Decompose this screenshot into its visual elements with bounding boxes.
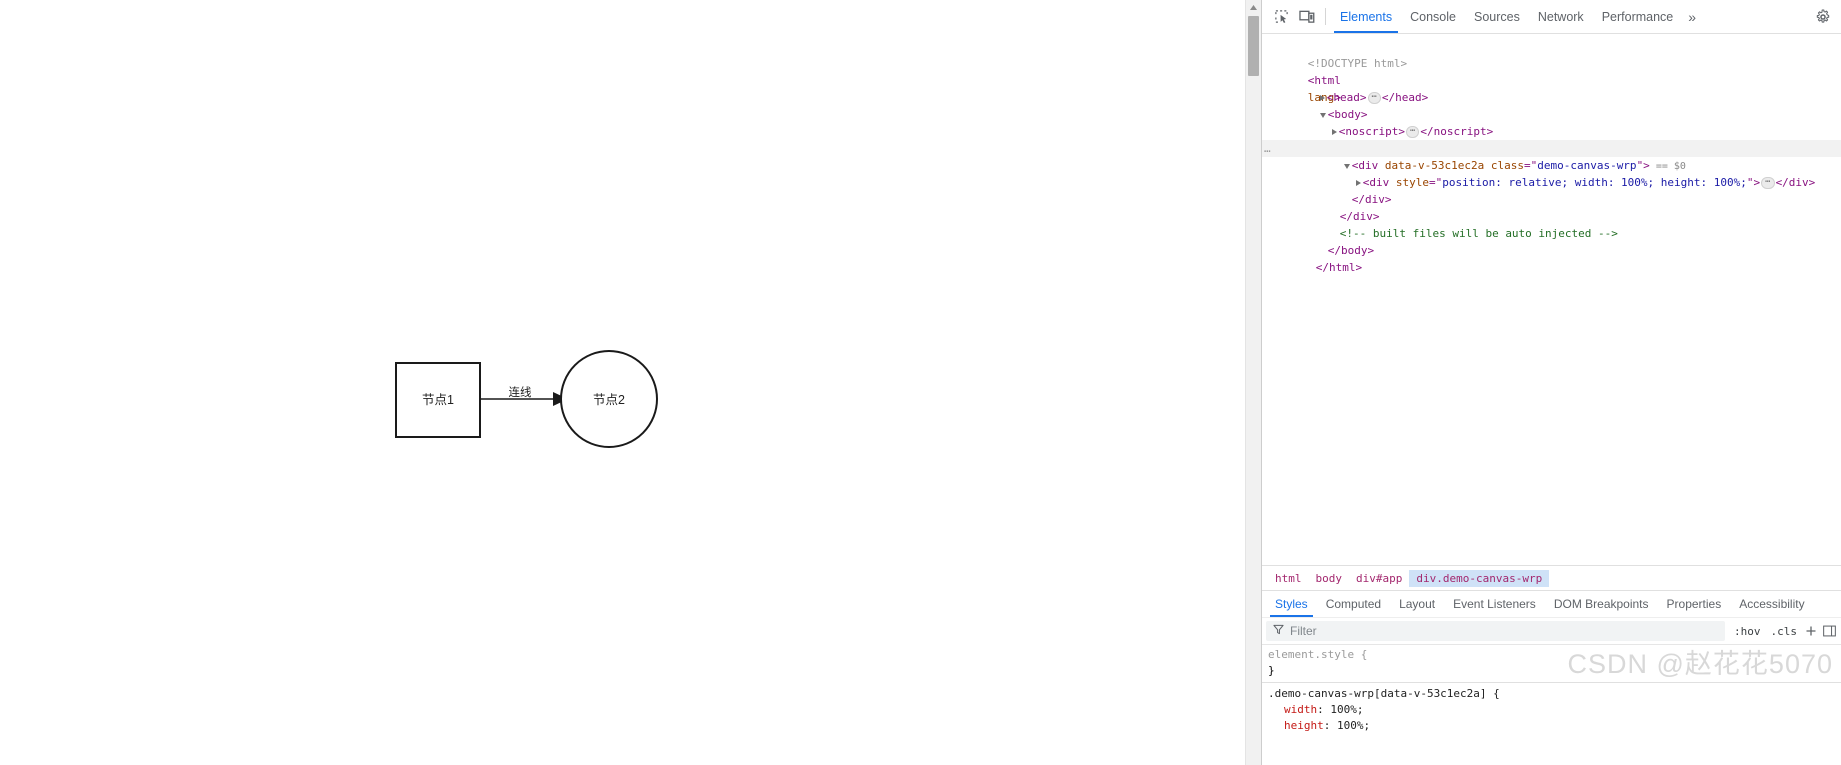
tab-computed[interactable]: Computed (1317, 592, 1390, 617)
scroll-up-arrow-icon[interactable] (1246, 0, 1261, 15)
dom-line-div-app[interactable]: <div id="app"> (1262, 123, 1841, 155)
dom-line-close-html[interactable]: </html> (1262, 242, 1841, 274)
tab-properties[interactable]: Properties (1658, 592, 1731, 617)
tab-layout[interactable]: Layout (1390, 592, 1444, 617)
css-property-value[interactable]: 100%; (1337, 719, 1370, 732)
hover-state-button[interactable]: :hov (1729, 625, 1766, 638)
tab-console[interactable]: Console (1401, 1, 1465, 33)
page-vertical-scrollbar[interactable] (1245, 0, 1261, 765)
css-rule-header: element.style { (1268, 647, 1841, 663)
css-open-brace: { (1493, 687, 1500, 700)
breadcrumb: html body div#app div.demo-canvas-wrp (1262, 565, 1841, 590)
dom-line-comment[interactable]: <!-- built files will be auto injected -… (1262, 208, 1841, 240)
css-rule-element-style[interactable]: element.style { } (1262, 647, 1841, 679)
dom-line-head[interactable]: <head> ⋯ </head> (1262, 72, 1841, 104)
css-declaration-height[interactable]: height: 100%; (1268, 718, 1841, 734)
computed-sidebar-icon[interactable] (1820, 622, 1838, 640)
tab-dom-breakpoints[interactable]: DOM Breakpoints (1545, 592, 1658, 617)
dom-tree[interactable]: <!DOCTYPE html> <html lang> <head> ⋯ </hea… (1262, 34, 1841, 565)
plus-icon[interactable] (1802, 622, 1820, 640)
diagram-node-circle-label: 节点2 (593, 393, 625, 407)
device-toolbar-icon[interactable] (1294, 4, 1320, 30)
css-property-value[interactable]: 100%; (1330, 703, 1363, 716)
gear-icon[interactable] (1810, 4, 1836, 30)
css-colon: : (1323, 719, 1337, 732)
breadcrumb-item-div-app[interactable]: div#app (1349, 570, 1409, 587)
css-property-name[interactable]: height (1268, 719, 1324, 732)
css-selector[interactable]: element.style (1268, 648, 1354, 661)
scrollbar-thumb[interactable] (1248, 16, 1259, 76)
dom-line-noscript[interactable]: <noscript> ⋯ </noscript> (1262, 106, 1841, 138)
toolbar-divider (1325, 8, 1326, 25)
css-property-name[interactable]: width (1268, 703, 1317, 716)
dom-line-html-open[interactable]: <html lang> (1262, 55, 1841, 104)
filter-funnel-icon (1273, 622, 1284, 640)
more-tabs-button[interactable]: » (1682, 4, 1702, 30)
devtools-panel: Elements Console Sources Network Perform… (1261, 0, 1841, 765)
closing-tag-html: </html> (1315, 261, 1363, 274)
tab-performance[interactable]: Performance (1593, 1, 1683, 33)
css-colon: : (1317, 703, 1331, 716)
breadcrumb-item-html[interactable]: html (1268, 570, 1309, 587)
dom-line-close-body[interactable]: </body> (1262, 225, 1841, 257)
tab-event-listeners[interactable]: Event Listeners (1444, 592, 1545, 617)
css-close-brace: } (1268, 664, 1275, 677)
node-gutter-menu[interactable]: … (1264, 140, 1271, 157)
diagram-edge-label: 连线 (509, 385, 532, 399)
element-class-button[interactable]: .cls (1766, 625, 1803, 638)
css-open-brace: { (1360, 648, 1368, 661)
page-viewport: 节点1 连线 节点2 (0, 0, 1245, 765)
tab-elements[interactable]: Elements (1331, 1, 1401, 33)
inspect-element-icon[interactable] (1268, 4, 1294, 30)
flow-diagram[interactable]: 节点1 连线 节点2 (0, 0, 1245, 765)
demo-canvas-wrp[interactable]: 节点1 连线 节点2 (0, 0, 1245, 765)
devtools-toolbar: Elements Console Sources Network Perform… (1262, 0, 1841, 34)
breadcrumb-item-body[interactable]: body (1309, 570, 1350, 587)
dom-line-doctype[interactable]: <!DOCTYPE html> (1262, 38, 1841, 70)
dom-line-close-div-inner[interactable]: </div> (1262, 174, 1841, 206)
dom-line-close-div-app[interactable]: </div> (1262, 191, 1841, 223)
css-selector[interactable]: .demo-canvas-wrp[data-v-53c1ec2a] (1268, 687, 1487, 700)
dom-line-selected-canvas-wrp[interactable]: … <div data-v-53c1ec2a class="demo-canvas… (1262, 140, 1841, 172)
css-rule-demo-canvas-wrp[interactable]: .demo-canvas-wrp[data-v-53c1ec2a] { widt… (1262, 682, 1841, 734)
css-rule-header: .demo-canvas-wrp[data-v-53c1ec2a] { (1268, 686, 1841, 702)
styles-filter-row: Filter :hov .cls (1262, 617, 1841, 644)
dom-line-body-open[interactable]: <body> (1262, 89, 1841, 121)
styles-rules-pane[interactable]: element.style { } .demo-canvas-wrp[data-… (1262, 644, 1841, 765)
filter-placeholder: Filter (1290, 624, 1317, 638)
filter-input[interactable]: Filter (1266, 621, 1725, 641)
breadcrumb-item-div-demo-canvas-wrp[interactable]: div.demo-canvas-wrp (1409, 569, 1550, 587)
tab-sources[interactable]: Sources (1465, 1, 1529, 33)
tab-accessibility[interactable]: Accessibility (1730, 592, 1813, 617)
tab-network[interactable]: Network (1529, 1, 1593, 33)
dom-line-inner-div-style[interactable]: <div style="position: relative; width: 1… (1262, 157, 1841, 189)
styles-sidebar-tabs: Styles Computed Layout Event Listeners D… (1262, 590, 1841, 617)
diagram-node-rect-label: 节点1 (422, 393, 454, 407)
tab-styles[interactable]: Styles (1266, 592, 1317, 617)
css-declaration-width[interactable]: width: 100%; (1268, 702, 1841, 718)
